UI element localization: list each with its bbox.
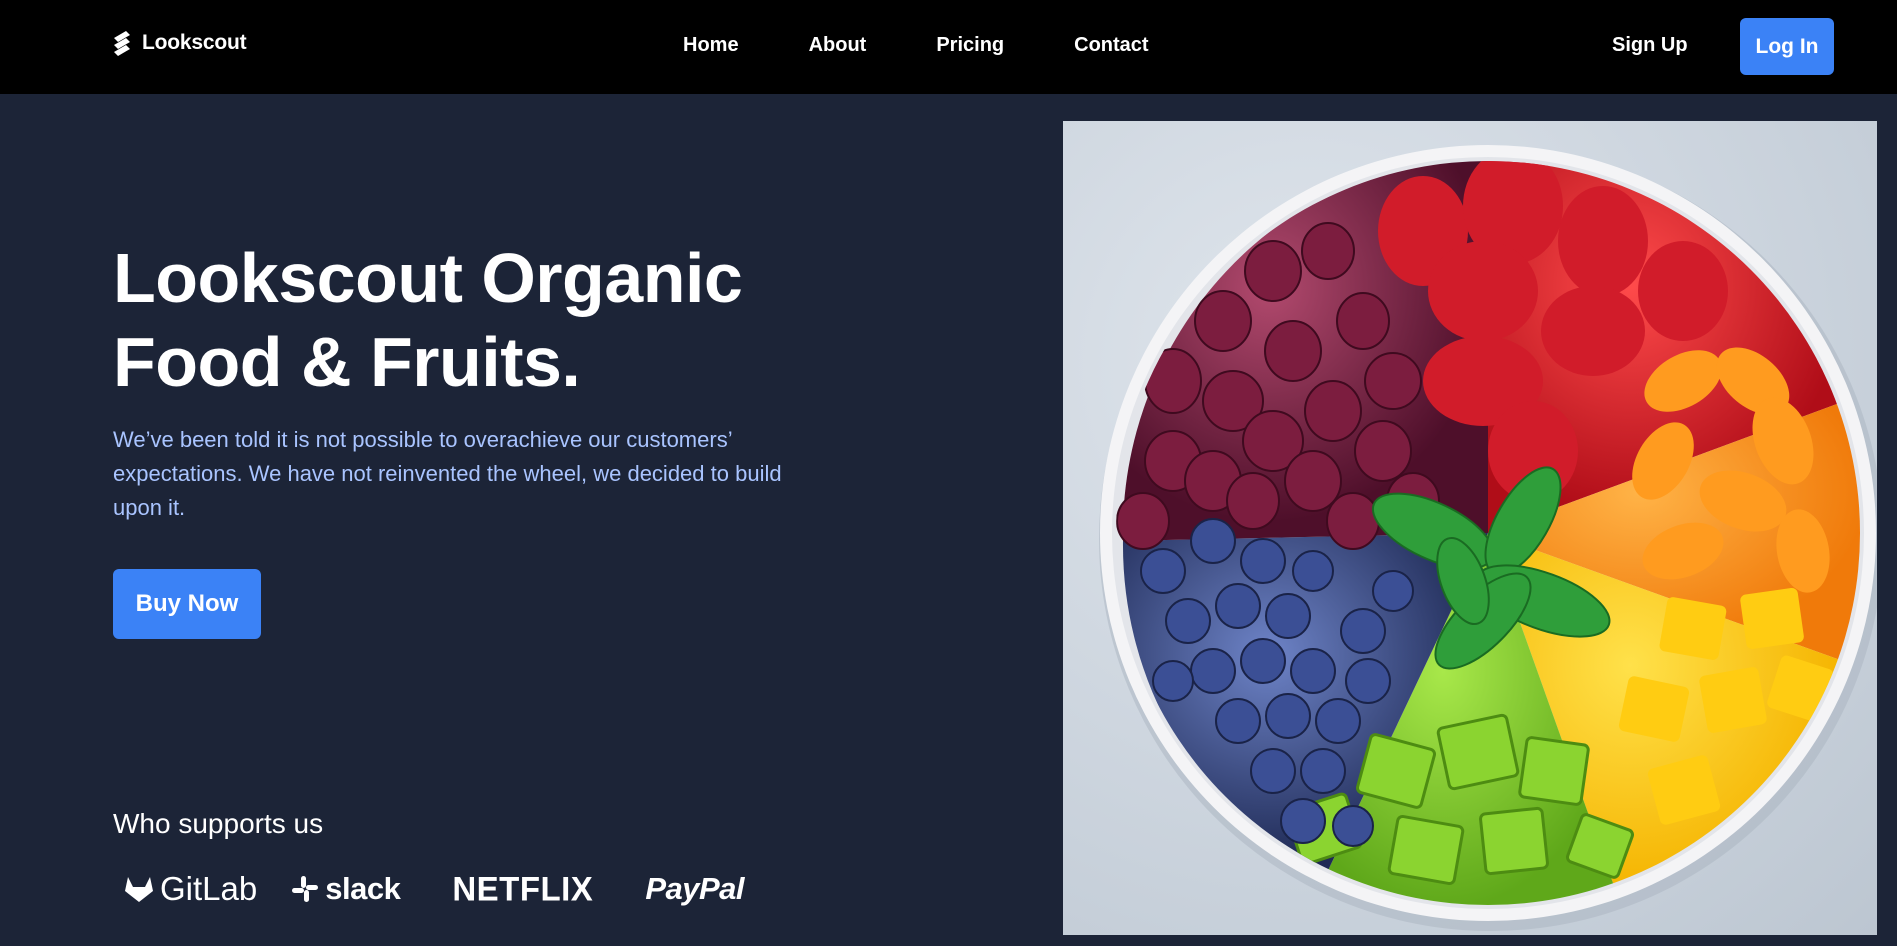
paypal-logo: PayPal — [645, 871, 744, 907]
log-in-button[interactable]: Log In — [1740, 18, 1834, 75]
slack-wordmark: slack — [325, 871, 401, 906]
hero-subtitle: We’ve been told it is not possible to ov… — [113, 427, 782, 520]
slack-icon — [292, 876, 319, 902]
paypal-wordmark: PayPal — [645, 871, 745, 906]
supporters-heading: Who supports us — [113, 808, 324, 839]
nav-link-pricing[interactable]: Pricing — [936, 34, 1004, 57]
netflix-wordmark: NETFLIX — [452, 869, 594, 908]
brand-name: Lookscout — [142, 31, 247, 54]
gitlab-icon — [125, 877, 153, 902]
nav-link-about[interactable]: About — [809, 34, 867, 57]
nav-link-contact[interactable]: Contact — [1074, 34, 1148, 57]
fruit-bowl-icon — [1099, 145, 1877, 931]
main-nav: Home About Pricing Contact — [683, 34, 1149, 57]
slack-logo: slack — [291, 871, 401, 907]
buy-now-button[interactable]: Buy Now — [113, 569, 261, 639]
hero-title-line-2: Food & Fruits. — [113, 323, 581, 401]
supporter-logos: GitLab slack NETFLIX PayPal — [124, 866, 745, 912]
lookscout-logo-icon — [114, 31, 130, 56]
sign-up-link[interactable]: Sign Up — [1612, 34, 1688, 57]
gitlab-logo: GitLab — [124, 870, 257, 908]
fruit-bowl-image — [1063, 121, 1877, 935]
top-navbar: Lookscout Home About Pricing Contact Sig… — [0, 0, 1897, 94]
netflix-logo: NETFLIX — [452, 869, 593, 909]
hero-title: Lookscout Organic Food & Fruits. — [113, 236, 833, 404]
brand-logo[interactable]: Lookscout — [110, 28, 247, 58]
hero-title-line-1: Lookscout Organic — [113, 239, 743, 317]
nav-link-home[interactable]: Home — [683, 34, 739, 57]
gitlab-wordmark: GitLab — [160, 870, 258, 907]
